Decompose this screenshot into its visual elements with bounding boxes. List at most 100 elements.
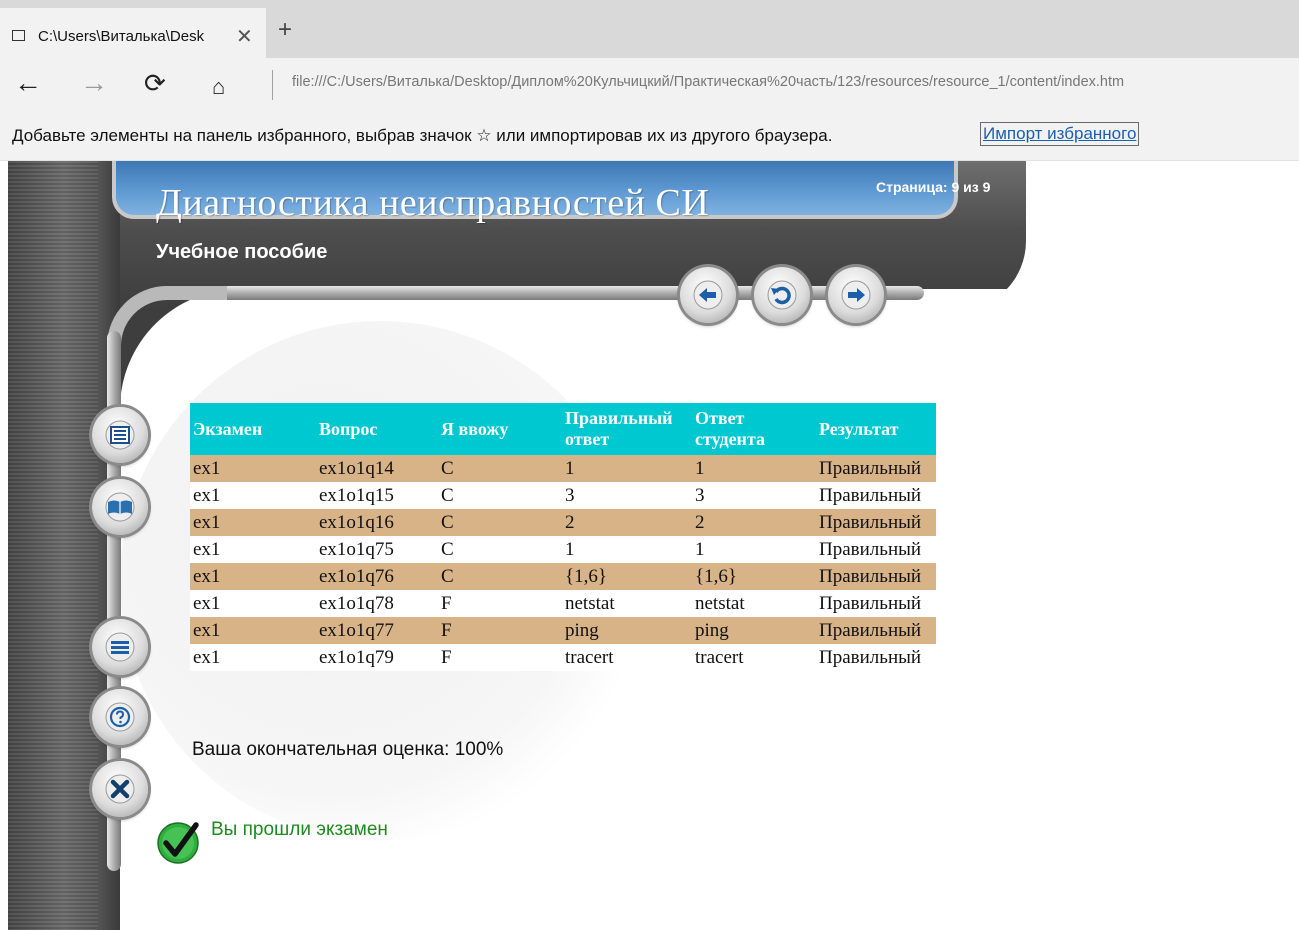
table-cell: Правильный [816, 563, 936, 590]
checkmark-icon [157, 822, 199, 864]
browser-tab-bar: C:\Users\Виталька\Desk ✕ + [0, 0, 1299, 58]
table-cell: C [438, 509, 562, 536]
table-cell: C [438, 455, 562, 482]
table-cell: Правильный [816, 617, 936, 644]
header-student-answer: Ответ студента [692, 403, 816, 455]
tab-close-icon[interactable]: ✕ [236, 24, 253, 49]
table-cell: Правильный [816, 455, 936, 482]
favorites-hint: Добавьте элементы на панель избранного, … [12, 126, 833, 145]
forward-button[interactable]: → [80, 66, 108, 100]
table-cell: 2 [562, 509, 692, 536]
menu-button[interactable] [92, 619, 148, 675]
table-cell: 1 [562, 536, 692, 563]
table-row: ex1 ex1o1q76 C {1,6} {1,6} Правильный [190, 563, 936, 590]
address-bar[interactable]: file:///C:/Users/Виталька/Desktop/Диплом… [292, 74, 1124, 90]
table-cell: C [438, 536, 562, 563]
header-result: Результат [816, 403, 936, 455]
table-cell: ex1 [190, 590, 316, 617]
table-cell: Правильный [816, 509, 936, 536]
table-cell: 1 [562, 455, 692, 482]
table-cell: 1 [692, 455, 816, 482]
table-cell: ex1 [190, 617, 316, 644]
import-favorites-link[interactable]: Импорт избранного [980, 122, 1140, 146]
table-cell: F [438, 644, 562, 671]
contents-button[interactable] [92, 407, 148, 463]
table-cell: 1 [692, 536, 816, 563]
table-cell: F [438, 590, 562, 617]
table-row: ex1 ex1o1q78 Fnetstat netstat Правильный [190, 590, 936, 617]
table-header-row: Экзамен Вопрос Я ввожу Правильный ответ … [190, 403, 936, 455]
table-row: ex1 ex1o1q16 C 2 2 Правильный [190, 509, 936, 536]
frame-stripes [8, 161, 98, 930]
table-cell: ex1 [190, 455, 316, 482]
arrow-right-icon [841, 280, 871, 310]
new-tab-button[interactable]: + [278, 16, 292, 44]
table-cell: ex1 [190, 563, 316, 590]
table-cell: 3 [692, 482, 816, 509]
glossary-button[interactable] [92, 479, 148, 535]
header-exam: Экзамен [190, 403, 316, 455]
browser-nav-bar: ← → ⟳ ⌂ file:///C:/Users/Виталька/Deskto… [0, 58, 1299, 110]
table-row: ex1 ex1o1q77 Fping ping Правильный [190, 617, 936, 644]
table-cell: ex1o1q79 [316, 644, 438, 671]
table-cell: Правильный [816, 590, 936, 617]
home-button[interactable]: ⌂ [212, 70, 225, 104]
prev-page-button[interactable] [680, 267, 736, 323]
frame-tube-curve [107, 286, 227, 406]
table-cell: ex1 [190, 509, 316, 536]
arrow-left-icon [693, 280, 723, 310]
table-cell: Правильный [816, 482, 936, 509]
table-row: ex1 ex1o1q14 C 1 1 Правильный [190, 455, 936, 482]
table-cell: ex1 [190, 482, 316, 509]
table-cell: ex1o1q16 [316, 509, 438, 536]
table-cell: netstat [692, 590, 816, 617]
header-question: Вопрос [316, 403, 438, 455]
table-cell: ex1o1q75 [316, 536, 438, 563]
table-cell: C [438, 482, 562, 509]
book-icon [105, 492, 135, 522]
table-cell: ex1 [190, 644, 316, 671]
nav-divider [272, 70, 273, 100]
table-cell: ping [562, 617, 692, 644]
table-row: ex1 ex1o1q79 Ftracert tracert Правильный [190, 644, 936, 671]
table-cell: Правильный [816, 644, 936, 671]
header-input: Я ввожу [438, 403, 562, 455]
page-icon [12, 30, 25, 41]
table-cell: ping [692, 617, 816, 644]
table-cell: ex1o1q77 [316, 617, 438, 644]
table-cell: tracert [692, 644, 816, 671]
header-correct-answer: Правильный ответ [562, 403, 692, 455]
browser-tab[interactable]: C:\Users\Виталька\Desk ✕ [0, 8, 266, 58]
table-cell: netstat [562, 590, 692, 617]
table-cell: 3 [562, 482, 692, 509]
course-title: Диагностика неисправностей СИ [156, 182, 710, 224]
page-counter: Страница: 9 из 9 [876, 179, 991, 195]
final-grade: Ваша окончательная оценка: 100% [192, 739, 504, 760]
table-cell: ex1 [190, 536, 316, 563]
table-cell: 2 [692, 509, 816, 536]
back-button[interactable]: ← [14, 66, 42, 100]
table-cell: {1,6} [692, 563, 816, 590]
refresh-button[interactable]: ⟳ [144, 66, 166, 100]
table-cell: tracert [562, 644, 692, 671]
course-page: Диагностика неисправностей СИ Страница: … [0, 161, 1299, 930]
reload-page-button[interactable] [754, 267, 810, 323]
table-cell: F [438, 617, 562, 644]
table-row: ex1 ex1o1q15 C 3 3 Правильный [190, 482, 936, 509]
results-table: Экзамен Вопрос Я ввожу Правильный ответ … [190, 403, 936, 671]
table-cell: {1,6} [562, 563, 692, 590]
exit-button[interactable] [92, 761, 148, 817]
pass-message: Вы прошли экзамен [211, 819, 388, 840]
table-cell: ex1o1q15 [316, 482, 438, 509]
next-page-button[interactable] [828, 267, 884, 323]
table-cell: ex1o1q78 [316, 590, 438, 617]
menu-icon [105, 632, 135, 662]
course-subtitle: Учебное пособие [156, 241, 328, 263]
help-button[interactable] [92, 689, 148, 745]
table-cell: ex1o1q76 [316, 563, 438, 590]
close-icon [105, 774, 135, 804]
favorites-bar: Добавьте элементы на панель избранного, … [0, 110, 1299, 161]
table-cell: C [438, 563, 562, 590]
table-row: ex1 ex1o1q75 C 1 1 Правильный [190, 536, 936, 563]
table-cell: ex1o1q14 [316, 455, 438, 482]
